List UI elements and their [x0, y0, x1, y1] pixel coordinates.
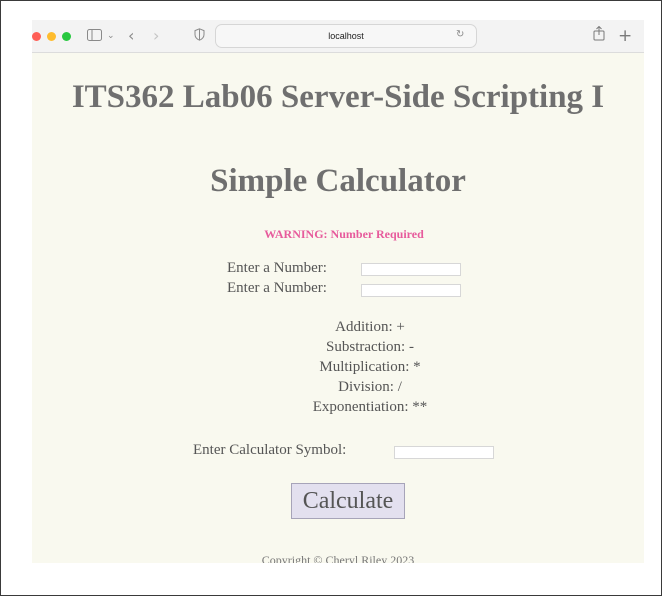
browser-window: ⌄ ‹ › localhost ↻ + ITS362 Lab06 Server-…: [0, 0, 662, 596]
shield-icon[interactable]: [194, 25, 205, 47]
operation-item: Addition: +: [335, 319, 405, 335]
symbol-input[interactable]: [394, 446, 494, 459]
operation-item: Substraction: -: [326, 339, 414, 355]
operations-list: Addition: + Substraction: - Multiplicati…: [32, 317, 644, 417]
number-label-1: Enter a Number:: [227, 260, 327, 276]
share-icon[interactable]: [593, 25, 605, 47]
new-tab-icon[interactable]: +: [618, 25, 632, 47]
number-input-2[interactable]: [361, 284, 461, 297]
page-subtitle: Simple Calculator: [210, 163, 466, 199]
reload-icon[interactable]: ↻: [456, 24, 464, 46]
sidebar-toggle-icon[interactable]: [87, 25, 102, 47]
close-window-button[interactable]: [32, 32, 41, 41]
symbol-label: Enter Calculator Symbol:: [193, 442, 347, 458]
warning-message: WARNING: Number Required: [264, 227, 424, 241]
calculate-button[interactable]: Calculate: [291, 483, 405, 519]
browser-toolbar: ⌄ ‹ › localhost ↻ +: [32, 20, 644, 53]
operation-item: Division: /: [338, 379, 402, 395]
operation-item: Multiplication: *: [319, 359, 421, 375]
number-input-1[interactable]: [361, 263, 461, 276]
chevron-down-icon[interactable]: ⌄: [107, 25, 115, 47]
url-text: localhost: [328, 31, 364, 41]
operation-item: Exponentiation: **: [312, 399, 428, 415]
page-content: ITS362 Lab06 Server-Side Scripting I Sim…: [32, 53, 644, 563]
page-title: ITS362 Lab06 Server-Side Scripting I: [71, 79, 605, 115]
minimize-window-button[interactable]: [47, 32, 56, 41]
address-bar[interactable]: localhost ↻: [215, 24, 477, 48]
zoom-window-button[interactable]: [62, 32, 71, 41]
forward-button[interactable]: ›: [153, 25, 159, 47]
footer-copyright: Copyright © Cheryl Riley 2023: [261, 553, 415, 563]
number-label-2: Enter a Number:: [227, 280, 327, 296]
back-button[interactable]: ‹: [128, 25, 134, 47]
